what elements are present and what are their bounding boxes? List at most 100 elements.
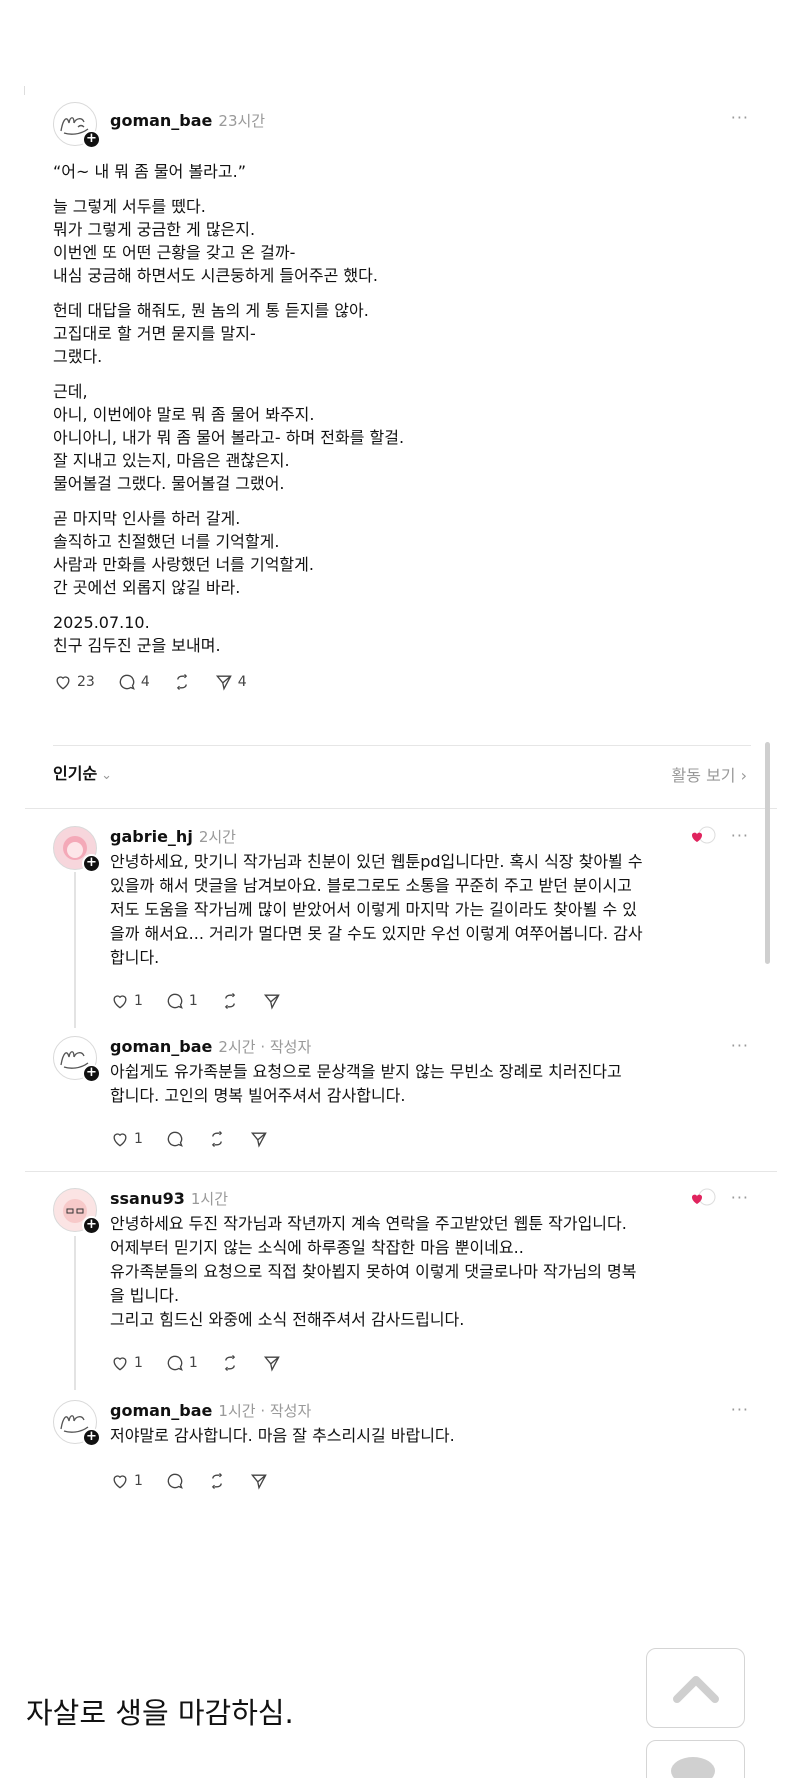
- post-header: + goman_bae 23시간 ···: [53, 98, 749, 150]
- comment-text: 안녕하세요, 맛기니 작가님과 친분이 있던 웹툰pd입니다만. 혹시 식장 찾…: [110, 850, 750, 970]
- comment-author[interactable]: ssanu93: [110, 1189, 185, 1208]
- comment-actions: 1: [110, 1128, 269, 1150]
- heart-icon: [113, 995, 127, 1009]
- comment-line: 을 빕니다.: [110, 1286, 180, 1305]
- share-count: 4: [237, 674, 247, 690]
- more-options-icon[interactable]: ···: [731, 1400, 749, 1419]
- comment-author[interactable]: goman_bae: [110, 1037, 212, 1056]
- comment-bubble-icon: [167, 1473, 183, 1489]
- heart-icon: [56, 676, 70, 690]
- more-options-icon[interactable]: ···: [731, 1188, 749, 1207]
- share-button[interactable]: [249, 1471, 269, 1491]
- repost-icon: [211, 1131, 223, 1147]
- post-line: 아니아니, 내가 뭐 좀 물어 볼라고- 하며 전화를 할걸.: [53, 428, 405, 447]
- send-icon: [250, 1474, 267, 1490]
- like-count: 1: [134, 1131, 143, 1147]
- post-time: 23시간: [218, 112, 266, 130]
- comment-author[interactable]: gabrie_hj: [110, 827, 193, 846]
- repost-button[interactable]: [207, 1471, 227, 1491]
- share-button[interactable]: [249, 1129, 269, 1149]
- comment-time: 2시간: [198, 828, 236, 846]
- comment-line: 을까 해서요... 거리가 멀다면 못 갈 수도 있지만 우선 이렇게 여쭈어봅…: [110, 924, 643, 943]
- comment-line: 저도 도움을 작가님께 많이 받았어서 이렇게 마지막 가는 길이라도 찾아뵐 …: [110, 900, 637, 919]
- view-activity-link[interactable]: 활동 보기 ›: [672, 762, 747, 786]
- post-paragraph: 곧 마지막 인사를 하러 갈게. 솔직하고 친절했던 너를 기억할게. 사람과 만화…: [53, 507, 749, 599]
- more-options-icon[interactable]: ···: [731, 108, 749, 127]
- follow-plus-icon[interactable]: +: [82, 1064, 101, 1083]
- like-button[interactable]: 1: [110, 1353, 143, 1373]
- follow-plus-icon[interactable]: +: [82, 854, 101, 873]
- post-line: “어~ 내 뭐 좀 물어 볼라고.”: [53, 162, 246, 181]
- reply-button[interactable]: [165, 1129, 185, 1149]
- comment-reply: + goman_bae 2시간 · 작성자 ··· 아쉽게도 유가족분들 요청으로…: [53, 1036, 749, 1156]
- repost-button[interactable]: [220, 1353, 240, 1373]
- comment-line: 합니다. 고인의 명복 빌어주셔서 감사합니다.: [110, 1086, 406, 1105]
- like-button[interactable]: 1: [110, 1471, 143, 1491]
- scrollbar[interactable]: [765, 742, 770, 964]
- like-button[interactable]: 23: [53, 672, 95, 692]
- reply-count: 1: [188, 1355, 198, 1371]
- sort-dropdown[interactable]: 인기순 ⌄: [53, 764, 112, 783]
- post-author[interactable]: goman_bae: [110, 111, 212, 130]
- scroll-to-top-button[interactable]: [646, 1648, 745, 1728]
- post-line: 뭐가 그렇게 궁금한 게 많은지.: [53, 220, 256, 239]
- post-line: 이번엔 또 어떤 근황을 갖고 온 걸까-: [53, 243, 296, 262]
- comment-line: 안녕하세요, 맛기니 작가님과 친분이 있던 웹툰pd입니다만. 혹시 식장 찾…: [110, 852, 643, 871]
- avatar[interactable]: +: [53, 102, 101, 149]
- follow-plus-icon[interactable]: +: [82, 1428, 101, 1447]
- author-liked-heart-icon: [691, 1188, 716, 1206]
- chat-button[interactable]: [646, 1740, 745, 1778]
- share-button[interactable]: [262, 1353, 282, 1373]
- avatar[interactable]: +: [53, 1036, 101, 1083]
- like-button[interactable]: 1: [110, 1129, 143, 1149]
- more-options-icon[interactable]: ···: [731, 1036, 749, 1055]
- reply-button[interactable]: 1: [165, 1353, 198, 1373]
- post-paragraph: 근데, 아니, 이번에야 말로 뭐 좀 물어 봐주지. 아니아니, 내가 뭐 좀 물…: [53, 380, 749, 495]
- comment-reply: + goman_bae 1시간 · 작성자 ··· 저야말로 감사합니다. 마음 …: [53, 1400, 749, 1500]
- like-count: 23: [77, 674, 95, 690]
- avatar[interactable]: +: [53, 1400, 101, 1447]
- post-line: 아니, 이번에야 말로 뭐 좀 물어 봐주지.: [53, 405, 315, 424]
- comment-line: 안녕하세요 두진 작가님과 작년까지 계속 연락을 주고받았던 웹툰 작가입니다…: [110, 1214, 627, 1233]
- reply-button[interactable]: 1: [165, 991, 198, 1011]
- like-count: 1: [134, 1473, 143, 1489]
- chat-bubble-icon: [671, 1757, 715, 1778]
- caption-text: 자살로 생을 마감하심.: [26, 1696, 294, 1730]
- comment-actions: 1: [110, 1470, 269, 1492]
- send-icon: [263, 994, 280, 1010]
- follow-plus-icon[interactable]: +: [82, 130, 101, 149]
- comment-bubble-icon: [119, 674, 135, 690]
- comment-line: 그리고 힘드신 와중에 소식 전해주셔서 감사드립니다.: [110, 1310, 465, 1329]
- repost-button[interactable]: [220, 991, 240, 1011]
- post-line: 물어볼걸 그랬다. 물어볼걸 그랬어.: [53, 474, 285, 493]
- reply-button[interactable]: [165, 1471, 185, 1491]
- comment-meta: goman_bae 2시간 · 작성자: [110, 1036, 311, 1057]
- share-button[interactable]: 4: [214, 672, 247, 692]
- avatar[interactable]: +: [53, 1188, 101, 1235]
- post-paragraph: 헌데 대답을 해줘도, 뭔 놈의 게 통 듣지를 않아. 고집대로 할 거면 묻지…: [53, 299, 749, 368]
- comment-author[interactable]: goman_bae: [110, 1401, 212, 1420]
- page: + goman_bae 23시간 ··· “어~ 내 뭐 좀 물어 볼라고.” 늘 …: [0, 0, 800, 1778]
- heart-icon: [113, 1475, 127, 1489]
- like-button[interactable]: 1: [110, 991, 143, 1011]
- follow-plus-icon[interactable]: +: [82, 1216, 101, 1235]
- reply-count: 1: [188, 993, 198, 1009]
- comment-button[interactable]: 4: [117, 672, 150, 692]
- post-line: 내심 궁금해 하면서도 시큰둥하게 들어주곤 했다.: [53, 266, 378, 285]
- post-paragraph: 2025.07.10. 친구 김두진 군을 보내며.: [53, 611, 749, 657]
- repost-icon: [224, 993, 235, 1009]
- more-options-icon[interactable]: ···: [731, 826, 749, 845]
- send-icon: [263, 1356, 280, 1372]
- repost-button[interactable]: [172, 672, 192, 692]
- post-line: 곧 마지막 인사를 하러 갈게.: [53, 509, 241, 528]
- post-paragraph: 늘 그렇게 서두를 뗐다. 뭐가 그렇게 궁금한 게 많은지. 이번엔 또 어떤 근…: [53, 195, 749, 287]
- comment-bubble-icon: [167, 1355, 183, 1371]
- comment-actions: 1 1: [110, 1352, 282, 1374]
- avatar[interactable]: +: [53, 826, 101, 873]
- author-liked-heart-icon: [691, 826, 716, 844]
- share-button[interactable]: [262, 991, 282, 1011]
- repost-button[interactable]: [207, 1129, 227, 1149]
- repost-icon: [224, 1355, 235, 1371]
- divider: [53, 745, 751, 746]
- comment: + ssanu93 1시간 ··· 안녕하세요 두진 작가님과 작년까지 계속 연…: [53, 1188, 749, 1398]
